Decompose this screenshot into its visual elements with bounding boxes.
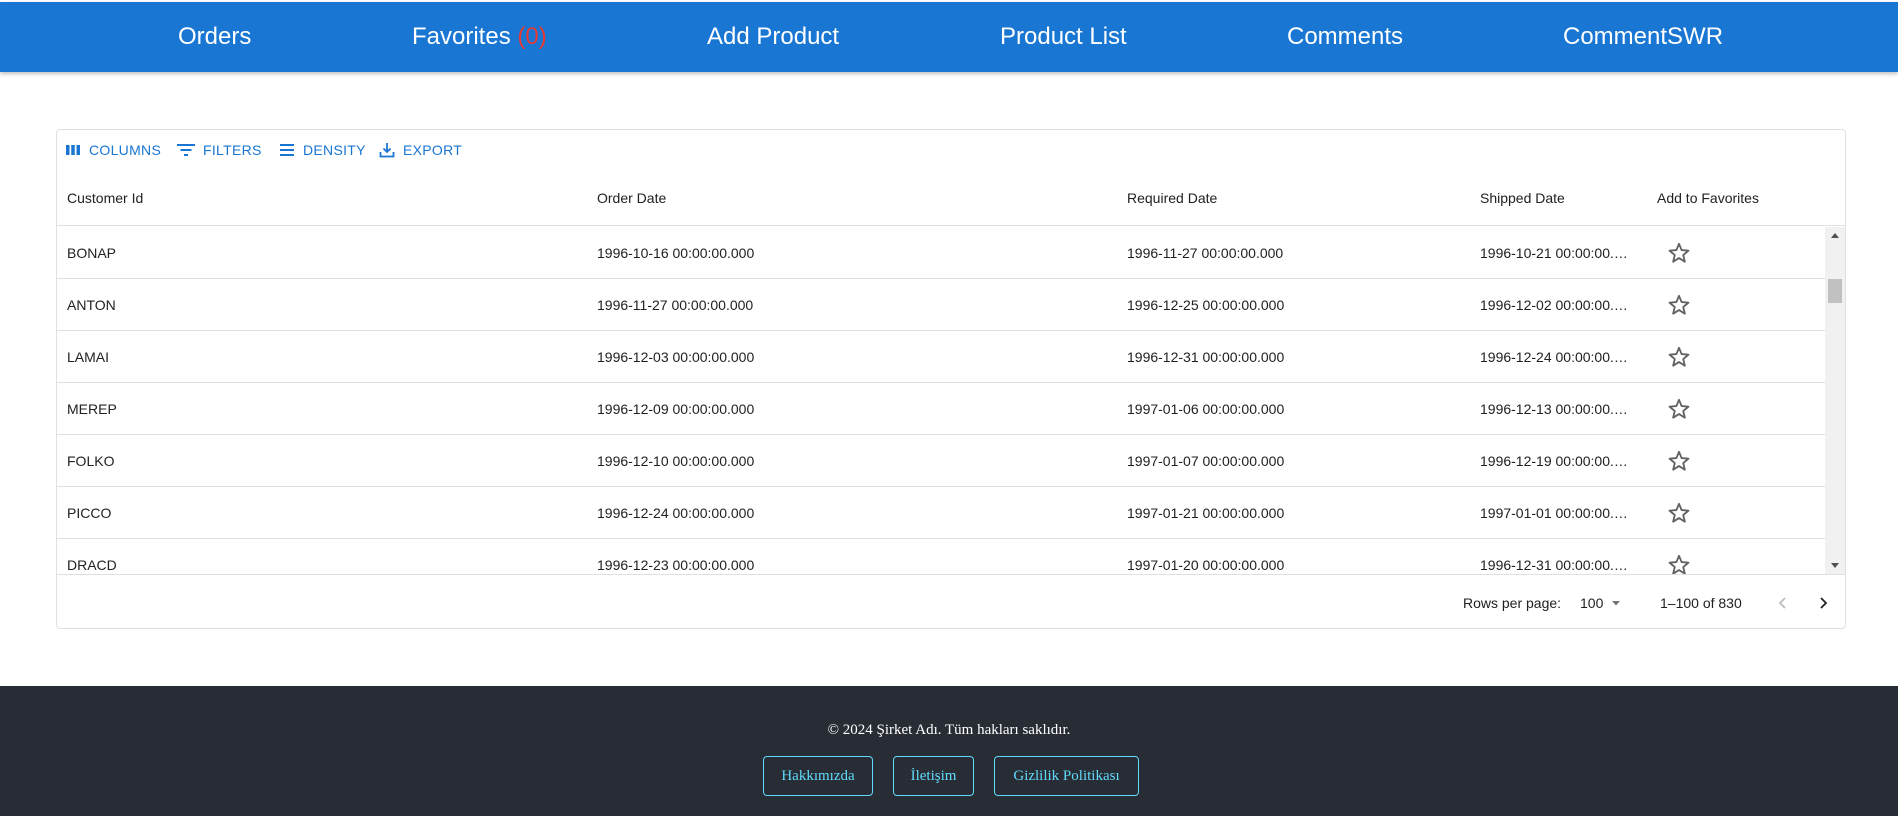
cell-required-date: 1997-01-20 00:00:00.000 [1127, 557, 1285, 573]
footer-link-about[interactable]: Hakkımızda [763, 756, 873, 796]
site-footer: © 2024 Şirket Adı. Tüm hakları saklıdır.… [0, 686, 1898, 816]
cell-shipped-date: 1996-12-13 00:00:00.000 [1480, 401, 1630, 417]
filters-label: FILTERS [203, 142, 262, 158]
filter-icon [177, 144, 195, 156]
cell-shipped-date: 1996-12-19 00:00:00.000 [1480, 453, 1630, 469]
favorites-count-badge: (0) [517, 23, 547, 50]
column-header-required-date[interactable]: Required Date [1127, 170, 1217, 226]
nav-favorites-label: Favorites [412, 23, 511, 50]
vertical-scrollbar[interactable] [1825, 227, 1845, 574]
cell-order-date: 1996-12-09 00:00:00.000 [597, 401, 755, 417]
cell-order-date: 1996-11-27 00:00:00.000 [597, 297, 754, 313]
nav-add-product[interactable]: Add Product [707, 2, 839, 72]
table-row[interactable]: PICCO 1996-12-24 00:00:00.000 1997-01-21… [57, 487, 1825, 539]
columns-icon [66, 145, 80, 155]
column-header-order-date[interactable]: Order Date [597, 170, 666, 226]
column-header-customer-id[interactable]: Customer Id [67, 170, 143, 226]
pagination-range: 1–100 of 830 [1660, 595, 1742, 611]
top-navigation: Orders Favorites (0) Add Product Product… [0, 2, 1898, 72]
grid-body: BONAP 1996-10-16 00:00:00.000 1996-11-27… [57, 227, 1825, 574]
star-outline-icon[interactable] [1666, 344, 1692, 370]
density-button[interactable]: DENSITY [279, 138, 366, 162]
cell-customer-id: ANTON [67, 297, 116, 313]
cell-shipped-date: 1996-12-31 00:00:00.000 [1480, 557, 1630, 573]
star-outline-icon[interactable] [1666, 448, 1692, 474]
cell-customer-id: PICCO [67, 505, 112, 521]
next-page-button[interactable] [1809, 589, 1837, 617]
chevron-left-icon [1778, 597, 1786, 609]
cell-required-date: 1997-01-06 00:00:00.000 [1127, 401, 1285, 417]
filters-button[interactable]: FILTERS [177, 138, 262, 162]
nav-orders[interactable]: Orders [178, 2, 251, 72]
cell-shipped-date: 1996-12-24 00:00:00.000 [1480, 349, 1630, 365]
table-row[interactable]: FOLKO 1996-12-10 00:00:00.000 1997-01-07… [57, 435, 1825, 487]
star-outline-icon[interactable] [1666, 292, 1692, 318]
cell-required-date: 1996-11-27 00:00:00.000 [1127, 245, 1284, 261]
table-row[interactable]: LAMAI 1996-12-03 00:00:00.000 1996-12-31… [57, 331, 1825, 383]
chevron-right-icon [1820, 597, 1828, 609]
cell-required-date: 1996-12-31 00:00:00.000 [1127, 349, 1285, 365]
density-icon [280, 144, 294, 156]
columns-label: COLUMNS [89, 142, 162, 158]
column-header-add-to-favorites[interactable]: Add to Favorites [1657, 170, 1759, 226]
cell-shipped-date: 1997-01-01 00:00:00.000 [1480, 505, 1630, 521]
cell-order-date: 1996-12-03 00:00:00.000 [597, 349, 755, 365]
grid-pagination: Rows per page: 100 1–100 of 830 [57, 574, 1845, 628]
star-outline-icon[interactable] [1666, 500, 1692, 526]
nav-comments[interactable]: Comments [1287, 2, 1403, 72]
scroll-up-arrow-icon[interactable] [1825, 227, 1845, 244]
rows-per-page-select[interactable]: 100 [1580, 575, 1623, 628]
previous-page-button[interactable] [1769, 589, 1797, 617]
scroll-down-arrow-icon[interactable] [1825, 557, 1845, 574]
cell-order-date: 1996-10-16 00:00:00.000 [597, 245, 755, 261]
cell-required-date: 1996-12-25 00:00:00.000 [1127, 297, 1285, 313]
rows-per-page-label: Rows per page: [1463, 595, 1562, 611]
cell-customer-id: DRACD [67, 557, 117, 573]
cell-required-date: 1997-01-07 00:00:00.000 [1127, 453, 1285, 469]
table-row[interactable]: ANTON 1996-11-27 00:00:00.000 1996-12-25… [57, 279, 1825, 331]
cell-customer-id: FOLKO [67, 453, 115, 469]
export-label: EXPORT [403, 142, 463, 158]
cell-order-date: 1996-12-24 00:00:00.000 [597, 505, 755, 521]
table-row[interactable]: BONAP 1996-10-16 00:00:00.000 1996-11-27… [57, 227, 1825, 279]
star-outline-icon[interactable] [1666, 240, 1692, 266]
export-icon [379, 143, 395, 158]
column-header-shipped-date[interactable]: Shipped Date [1480, 170, 1565, 226]
table-row[interactable]: DRACD 1996-12-23 00:00:00.000 1997-01-20… [57, 539, 1825, 574]
footer-link-contact[interactable]: İletişim [893, 756, 974, 796]
scrollbar-thumb[interactable] [1828, 279, 1842, 303]
density-label: DENSITY [303, 142, 366, 158]
table-row[interactable]: MEREP 1996-12-09 00:00:00.000 1997-01-06… [57, 383, 1825, 435]
footer-link-privacy-policy[interactable]: Gizlilik Politikası [994, 756, 1139, 796]
cell-order-date: 1996-12-10 00:00:00.000 [597, 453, 755, 469]
grid-header: Customer Id Order Date Required Date Shi… [57, 170, 1845, 226]
dropdown-arrow-icon [1612, 601, 1621, 606]
cell-shipped-date: 1996-10-21 00:00:00.000 [1480, 245, 1630, 261]
cell-customer-id: LAMAI [67, 349, 110, 365]
columns-button[interactable]: COLUMNS [65, 138, 161, 162]
star-outline-icon[interactable] [1666, 396, 1692, 422]
orders-data-grid: COLUMNS FILTERS DENSITY EXPORT Customer … [56, 129, 1846, 629]
cell-customer-id: MEREP [67, 401, 117, 417]
grid-toolbar: COLUMNS FILTERS DENSITY EXPORT [57, 130, 1845, 170]
nav-product-list[interactable]: Product List [1000, 2, 1127, 72]
export-button[interactable]: EXPORT [379, 138, 462, 162]
cell-required-date: 1997-01-21 00:00:00.000 [1127, 505, 1285, 521]
rows-per-page-value: 100 [1580, 595, 1604, 611]
copyright-text: © 2024 Şirket Adı. Tüm hakları saklıdır. [827, 722, 1071, 738]
cell-shipped-date: 1996-12-02 00:00:00.000 [1480, 297, 1630, 313]
nav-favorites[interactable]: Favorites (0) [412, 2, 547, 72]
nav-comment-swr[interactable]: CommentSWR [1563, 2, 1723, 72]
cell-order-date: 1996-12-23 00:00:00.000 [597, 557, 755, 573]
star-outline-icon[interactable] [1666, 552, 1692, 574]
cell-customer-id: BONAP [67, 245, 117, 261]
